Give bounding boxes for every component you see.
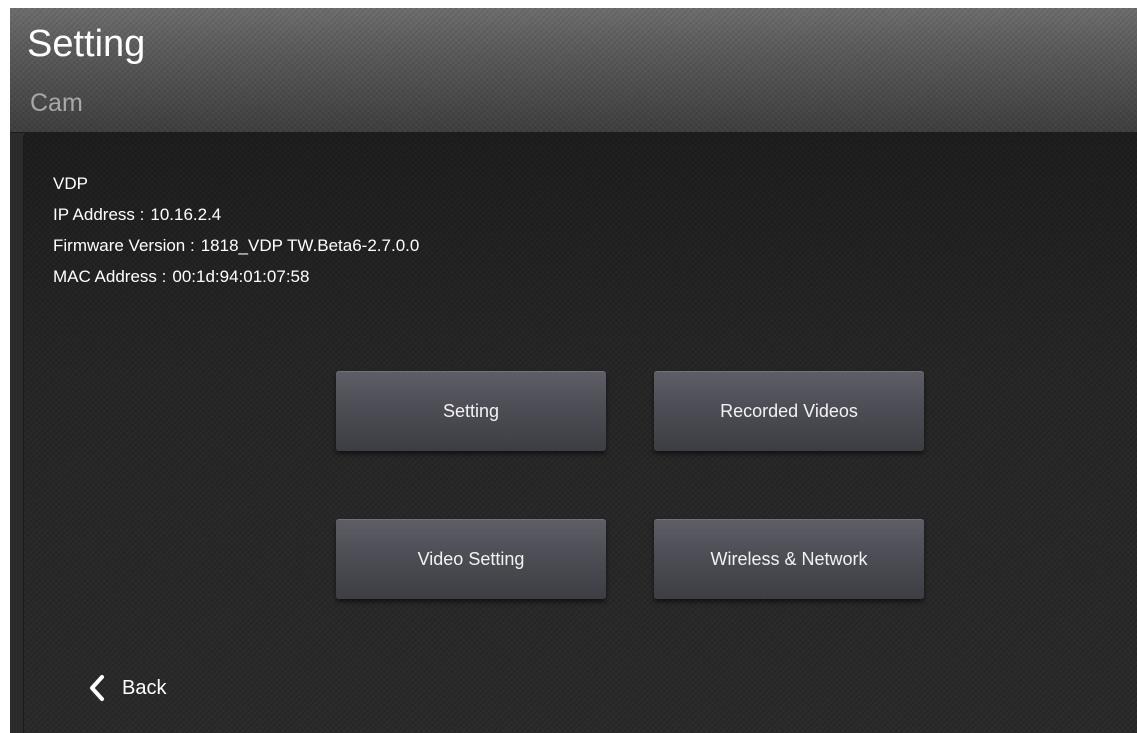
wireless-network-button[interactable]: Wireless & Network xyxy=(654,519,924,599)
firmware-version-value: 1818_VDP TW.Beta6-2.7.0.0 xyxy=(200,236,420,255)
back-label: Back xyxy=(122,676,167,699)
page-title: Setting xyxy=(27,23,146,65)
back-button[interactable]: Back xyxy=(86,670,166,706)
device-name: VDP xyxy=(53,174,88,193)
device-info: VDP IP Address : 10.16.2.4 Firmware Versi… xyxy=(53,168,419,292)
mac-address-label: MAC Address : xyxy=(53,267,167,286)
video-setting-button[interactable]: Video Setting xyxy=(336,519,606,599)
mac-address-value: 00:1d:94:01:07:58 xyxy=(172,267,310,286)
setting-button[interactable]: Setting xyxy=(336,371,606,451)
ip-address-value: 10.16.2.4 xyxy=(150,205,222,224)
app-window: Setting Cam VDP IP Address : 10.16.2.4 Fi… xyxy=(10,8,1137,733)
chevron-left-icon xyxy=(86,673,108,703)
content-panel: VDP IP Address : 10.16.2.4 Firmware Versi… xyxy=(23,132,1137,733)
header: Setting Cam xyxy=(10,8,1137,133)
firmware-version-label: Firmware Version : xyxy=(53,236,195,255)
recorded-videos-button[interactable]: Recorded Videos xyxy=(654,371,924,451)
ip-address-label: IP Address : xyxy=(53,205,145,224)
mac-address-row: MAC Address : 00:1d:94:01:07:58 xyxy=(53,261,419,292)
firmware-version-row: Firmware Version : 1818_VDP TW.Beta6-2.7.… xyxy=(53,230,419,261)
page-subtitle: Cam xyxy=(30,89,83,117)
ip-address-row: IP Address : 10.16.2.4 xyxy=(53,199,419,230)
